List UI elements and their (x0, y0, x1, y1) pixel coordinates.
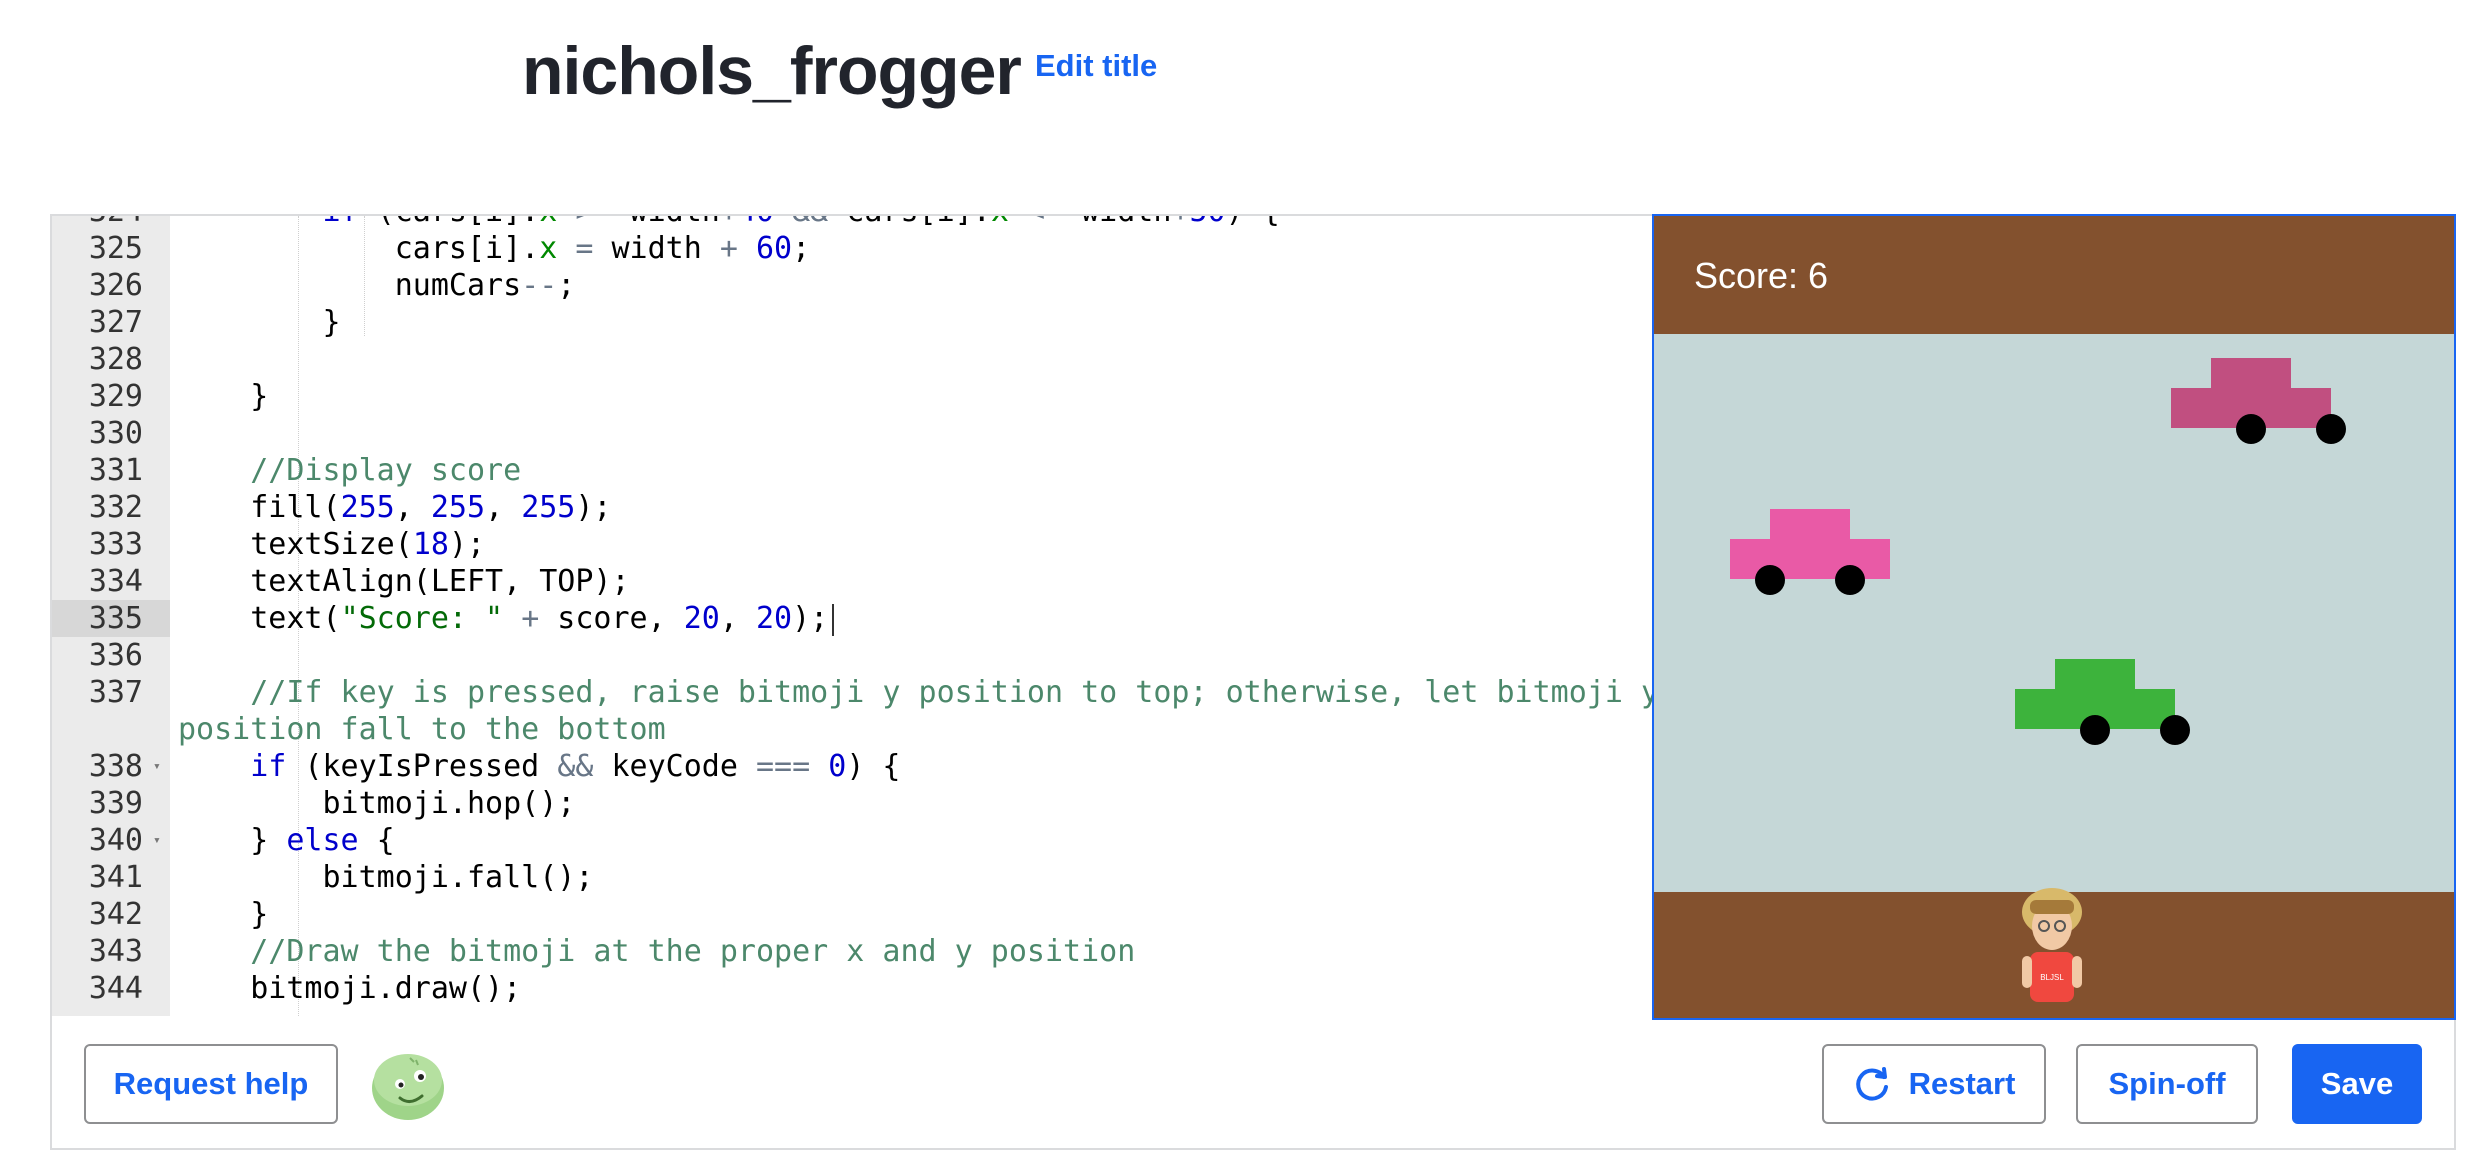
restart-label: Restart (1908, 1066, 2016, 1101)
request-help-button[interactable]: Request help (84, 1044, 338, 1124)
line-number: 342 (88, 897, 143, 932)
code-line[interactable]: 327 } (52, 304, 1652, 341)
code-text[interactable]: } (178, 896, 268, 933)
avatar-icon (372, 1054, 444, 1120)
line-number: 332 (88, 490, 143, 525)
save-label: Save (2320, 1066, 2394, 1101)
line-number: 333 (88, 527, 143, 562)
code-line[interactable]: 330 (52, 415, 1652, 452)
code-line[interactable]: 329 } (52, 378, 1652, 415)
code-editor[interactable]: 324▾ if (cars[i].x >= width+40 && cars[i… (52, 216, 1652, 1016)
program-output-canvas[interactable]: BLJSL Score: 6 (1652, 214, 2456, 1020)
code-text[interactable]: bitmoji.draw(); (178, 970, 521, 1007)
shirt-label: BLJSL (2040, 973, 2064, 982)
code-line[interactable]: 334 textAlign(LEFT, TOP); (52, 563, 1652, 600)
code-line[interactable]: 338 ▾ if (keyIsPressed && keyCode === 0) … (52, 748, 1652, 785)
score-text: Score: 6 (1694, 255, 1829, 296)
save-button[interactable]: Save (2292, 1044, 2422, 1124)
fold-arrow-icon[interactable]: ▾ (153, 216, 161, 230)
code-text[interactable]: //If key is pressed, raise bitmoji y pos… (178, 674, 1652, 711)
line-number: 331 (88, 453, 143, 488)
line-number: 336 (88, 638, 143, 673)
code-line[interactable]: 340 ▾ } else { (52, 822, 1652, 859)
code-line[interactable]: 341 bitmoji.fall(); (52, 859, 1652, 896)
code-line[interactable]: 328 (52, 341, 1652, 378)
code-text[interactable]: } (178, 304, 340, 341)
code-text[interactable]: bitmoji.fall(); (178, 859, 593, 896)
code-line[interactable]: 336 (52, 637, 1652, 674)
line-number: 329 (88, 379, 143, 414)
fold-arrow-icon[interactable]: ▾ (153, 748, 161, 785)
code-line[interactable]: 332 fill(255, 255, 255); (52, 489, 1652, 526)
code-line[interactable]: 337 //If key is pressed, raise bitmoji y… (52, 674, 1652, 748)
code-text[interactable]: textSize(18); (178, 526, 485, 563)
fold-arrow-icon[interactable]: ▾ (153, 822, 161, 859)
line-number: 330 (88, 416, 143, 451)
code-text[interactable]: text("Score: " + score, 20, 20); (178, 600, 835, 637)
page-title: nichols_frogger (522, 33, 1022, 109)
line-number: 326 (88, 268, 143, 303)
code-line[interactable]: 331 //Display score (52, 452, 1652, 489)
spin-off-button[interactable]: Spin-off (2076, 1044, 2258, 1124)
code-line[interactable]: 343 //Draw the bitmoji at the proper x a… (52, 933, 1652, 970)
code-line[interactable]: 335 text("Score: " + score, 20, 20); (52, 600, 1652, 637)
code-text[interactable]: textAlign(LEFT, TOP); (178, 563, 629, 600)
code-line[interactable]: 339 bitmoji.hop(); (52, 785, 1652, 822)
code-text[interactable]: bitmoji.hop(); (178, 785, 575, 822)
code-text[interactable]: cars[i].x = width + 60; (178, 230, 810, 267)
code-text[interactable]: //Display score (178, 452, 521, 489)
line-number: 335 (52, 600, 170, 637)
restart-icon (1855, 1067, 1888, 1101)
restart-button[interactable]: Restart (1822, 1044, 2046, 1124)
code-text[interactable]: } else { (178, 822, 395, 859)
line-number: 343 (88, 934, 143, 969)
request-help-label: Request help (113, 1066, 309, 1101)
line-number: 339 (88, 786, 143, 821)
line-number: 325 (88, 231, 143, 266)
spin-off-label: Spin-off (2108, 1066, 2226, 1101)
code-line[interactable]: 342 } (52, 896, 1652, 933)
code-text-wrapped[interactable]: position fall to the bottom (178, 711, 666, 748)
code-text[interactable]: if (keyIsPressed && keyCode === 0) { (178, 748, 900, 785)
line-number: 334 (88, 564, 143, 599)
code-text[interactable]: fill(255, 255, 255); (178, 489, 611, 526)
line-number: 344 (88, 971, 143, 1006)
code-text[interactable]: } (178, 378, 268, 415)
line-number: 337 (88, 675, 143, 710)
code-line[interactable]: 333 textSize(18); (52, 526, 1652, 563)
code-line[interactable]: 326 numCars--; (52, 267, 1652, 304)
game-scene: BLJSL (1654, 216, 2454, 1018)
edit-title-link[interactable]: Edit title (1035, 46, 1157, 86)
code-text[interactable]: //Draw the bitmoji at the proper x and y… (178, 933, 1135, 970)
line-number: 328 (88, 342, 143, 377)
line-number: 327 (88, 305, 143, 340)
code-text[interactable]: if (cars[i].x >= width+40 && cars[i].x <… (178, 216, 1280, 230)
code-line[interactable]: 325 cars[i].x = width + 60; (52, 230, 1652, 267)
code-line[interactable]: 324▾ if (cars[i].x >= width+40 && cars[i… (52, 216, 1652, 230)
line-number: 341 (88, 860, 143, 895)
code-line[interactable]: 344 bitmoji.draw(); (52, 970, 1652, 1007)
code-lines[interactable]: 324▾ if (cars[i].x >= width+40 && cars[i… (52, 216, 1652, 1007)
code-text[interactable]: numCars--; (178, 267, 576, 304)
